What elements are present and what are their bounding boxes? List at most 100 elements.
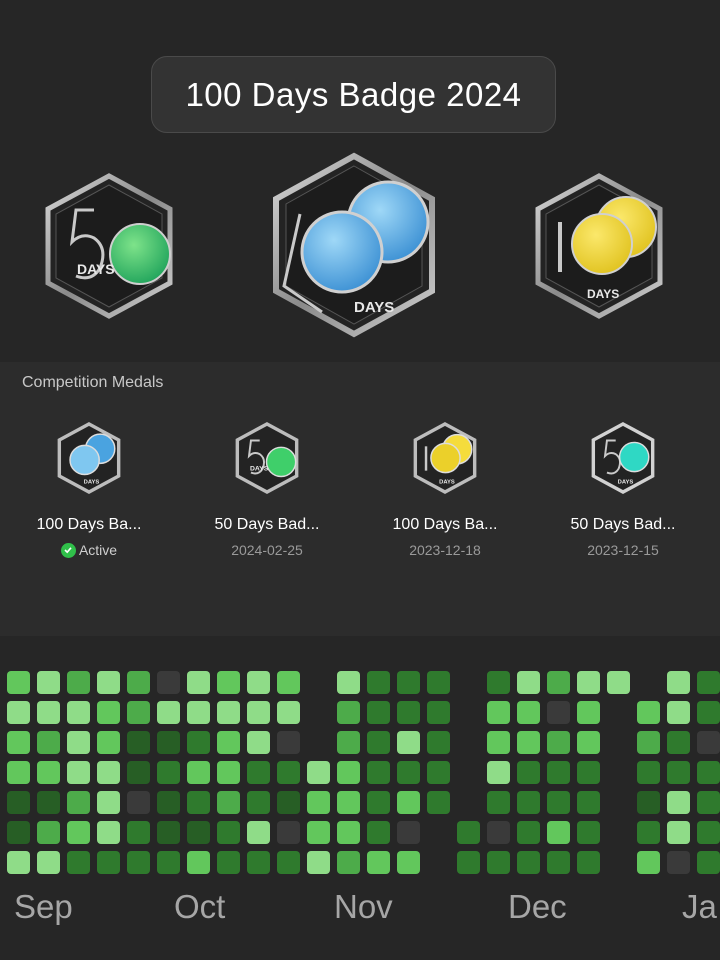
heatmap-day-cell[interactable]: [307, 761, 330, 784]
heatmap-day-cell[interactable]: [517, 701, 540, 724]
heatmap-day-cell[interactable]: [457, 851, 480, 874]
heatmap-day-cell[interactable]: [637, 791, 660, 814]
heatmap-day-cell[interactable]: [187, 671, 210, 694]
heatmap-day-cell[interactable]: [67, 671, 90, 694]
heatmap-day-cell[interactable]: [217, 761, 240, 784]
heatmap-day-cell[interactable]: [247, 821, 270, 844]
heatmap-day-cell[interactable]: [577, 791, 600, 814]
heatmap-day-cell[interactable]: [7, 731, 30, 754]
heatmap-day-cell[interactable]: [37, 761, 60, 784]
heatmap-day-cell[interactable]: [427, 731, 450, 754]
heatmap-day-cell[interactable]: [217, 851, 240, 874]
heatmap-day-cell[interactable]: [487, 821, 510, 844]
medal-card[interactable]: DAYS 50 Days Bad... 2024-02-25: [178, 422, 356, 572]
heatmap-day-cell[interactable]: [637, 851, 660, 874]
heatmap-day-cell[interactable]: [7, 821, 30, 844]
heatmap-day-cell[interactable]: [427, 791, 450, 814]
heatmap-day-cell[interactable]: [487, 791, 510, 814]
heatmap-day-cell[interactable]: [277, 791, 300, 814]
heatmap-day-cell[interactable]: [577, 821, 600, 844]
heatmap-day-cell[interactable]: [697, 761, 720, 784]
heatmap-day-cell[interactable]: [667, 791, 690, 814]
heatmap-day-cell[interactable]: [667, 821, 690, 844]
heatmap-day-cell[interactable]: [487, 671, 510, 694]
heatmap-day-cell[interactable]: [97, 671, 120, 694]
heatmap-day-cell[interactable]: [697, 851, 720, 874]
heatmap-day-cell[interactable]: [397, 761, 420, 784]
heatmap-day-cell[interactable]: [7, 851, 30, 874]
heatmap-day-cell[interactable]: [517, 791, 540, 814]
heatmap-day-cell[interactable]: [157, 821, 180, 844]
heatmap-day-cell[interactable]: [187, 731, 210, 754]
heatmap-day-cell[interactable]: [157, 731, 180, 754]
heatmap-day-cell[interactable]: [97, 791, 120, 814]
heatmap-day-cell[interactable]: [667, 671, 690, 694]
heatmap-day-cell[interactable]: [37, 671, 60, 694]
heatmap-day-cell[interactable]: [337, 791, 360, 814]
heatmap-day-cell[interactable]: [697, 671, 720, 694]
heatmap-day-cell[interactable]: [217, 731, 240, 754]
heatmap-day-cell[interactable]: [67, 821, 90, 844]
heatmap-day-cell[interactable]: [337, 821, 360, 844]
heatmap-day-cell[interactable]: [67, 701, 90, 724]
heatmap-day-cell[interactable]: [367, 731, 390, 754]
heatmap-day-cell[interactable]: [37, 851, 60, 874]
heatmap-day-cell[interactable]: [397, 821, 420, 844]
heatmap-day-cell[interactable]: [427, 701, 450, 724]
heatmap-day-cell[interactable]: [187, 761, 210, 784]
heatmap-day-cell[interactable]: [337, 701, 360, 724]
heatmap-day-cell[interactable]: [187, 791, 210, 814]
heatmap-day-cell[interactable]: [97, 731, 120, 754]
heatmap-day-cell[interactable]: [547, 671, 570, 694]
heatmap-day-cell[interactable]: [487, 851, 510, 874]
heatmap-day-cell[interactable]: [157, 671, 180, 694]
heatmap-day-cell[interactable]: [607, 671, 630, 694]
heatmap-day-cell[interactable]: [7, 701, 30, 724]
heatmap-day-cell[interactable]: [367, 791, 390, 814]
heatmap-day-cell[interactable]: [547, 731, 570, 754]
heatmap-day-cell[interactable]: [367, 851, 390, 874]
heatmap-day-cell[interactable]: [667, 851, 690, 874]
heatmap-day-cell[interactable]: [637, 701, 660, 724]
heatmap-day-cell[interactable]: [127, 851, 150, 874]
heatmap-day-cell[interactable]: [127, 791, 150, 814]
heatmap-day-cell[interactable]: [67, 761, 90, 784]
yellow-100-days-badge-icon[interactable]: DAYS: [532, 172, 666, 325]
heatmap-day-cell[interactable]: [547, 821, 570, 844]
heatmap-day-cell[interactable]: [217, 821, 240, 844]
heatmap-day-cell[interactable]: [667, 731, 690, 754]
green-50-days-badge-icon[interactable]: DAYS: [42, 172, 176, 325]
heatmap-day-cell[interactable]: [127, 821, 150, 844]
heatmap-day-cell[interactable]: [127, 701, 150, 724]
heatmap-day-cell[interactable]: [37, 731, 60, 754]
heatmap-day-cell[interactable]: [547, 761, 570, 784]
heatmap-day-cell[interactable]: [487, 761, 510, 784]
heatmap-day-cell[interactable]: [277, 731, 300, 754]
heatmap-day-cell[interactable]: [277, 821, 300, 844]
heatmap-day-cell[interactable]: [187, 701, 210, 724]
heatmap-day-cell[interactable]: [307, 851, 330, 874]
heatmap-day-cell[interactable]: [517, 851, 540, 874]
medal-card[interactable]: DAYS 100 Days Ba... 2023-12-18: [356, 422, 534, 572]
heatmap-day-cell[interactable]: [97, 821, 120, 844]
heatmap-day-cell[interactable]: [427, 761, 450, 784]
medal-card[interactable]: DAYS 50 Days Bad... 2023-12-15: [534, 422, 712, 572]
heatmap-day-cell[interactable]: [337, 851, 360, 874]
heatmap-day-cell[interactable]: [367, 671, 390, 694]
heatmap-day-cell[interactable]: [547, 851, 570, 874]
heatmap-day-cell[interactable]: [637, 821, 660, 844]
heatmap-day-cell[interactable]: [157, 851, 180, 874]
heatmap-day-cell[interactable]: [37, 791, 60, 814]
heatmap-day-cell[interactable]: [577, 671, 600, 694]
heatmap-day-cell[interactable]: [187, 851, 210, 874]
heatmap-day-cell[interactable]: [547, 701, 570, 724]
heatmap-day-cell[interactable]: [37, 821, 60, 844]
heatmap-day-cell[interactable]: [517, 671, 540, 694]
heatmap-day-cell[interactable]: [547, 791, 570, 814]
heatmap-day-cell[interactable]: [217, 791, 240, 814]
blue-100-days-badge-icon[interactable]: DAYS: [270, 152, 438, 343]
heatmap-day-cell[interactable]: [247, 671, 270, 694]
heatmap-day-cell[interactable]: [277, 671, 300, 694]
heatmap-day-cell[interactable]: [157, 761, 180, 784]
heatmap-day-cell[interactable]: [577, 701, 600, 724]
